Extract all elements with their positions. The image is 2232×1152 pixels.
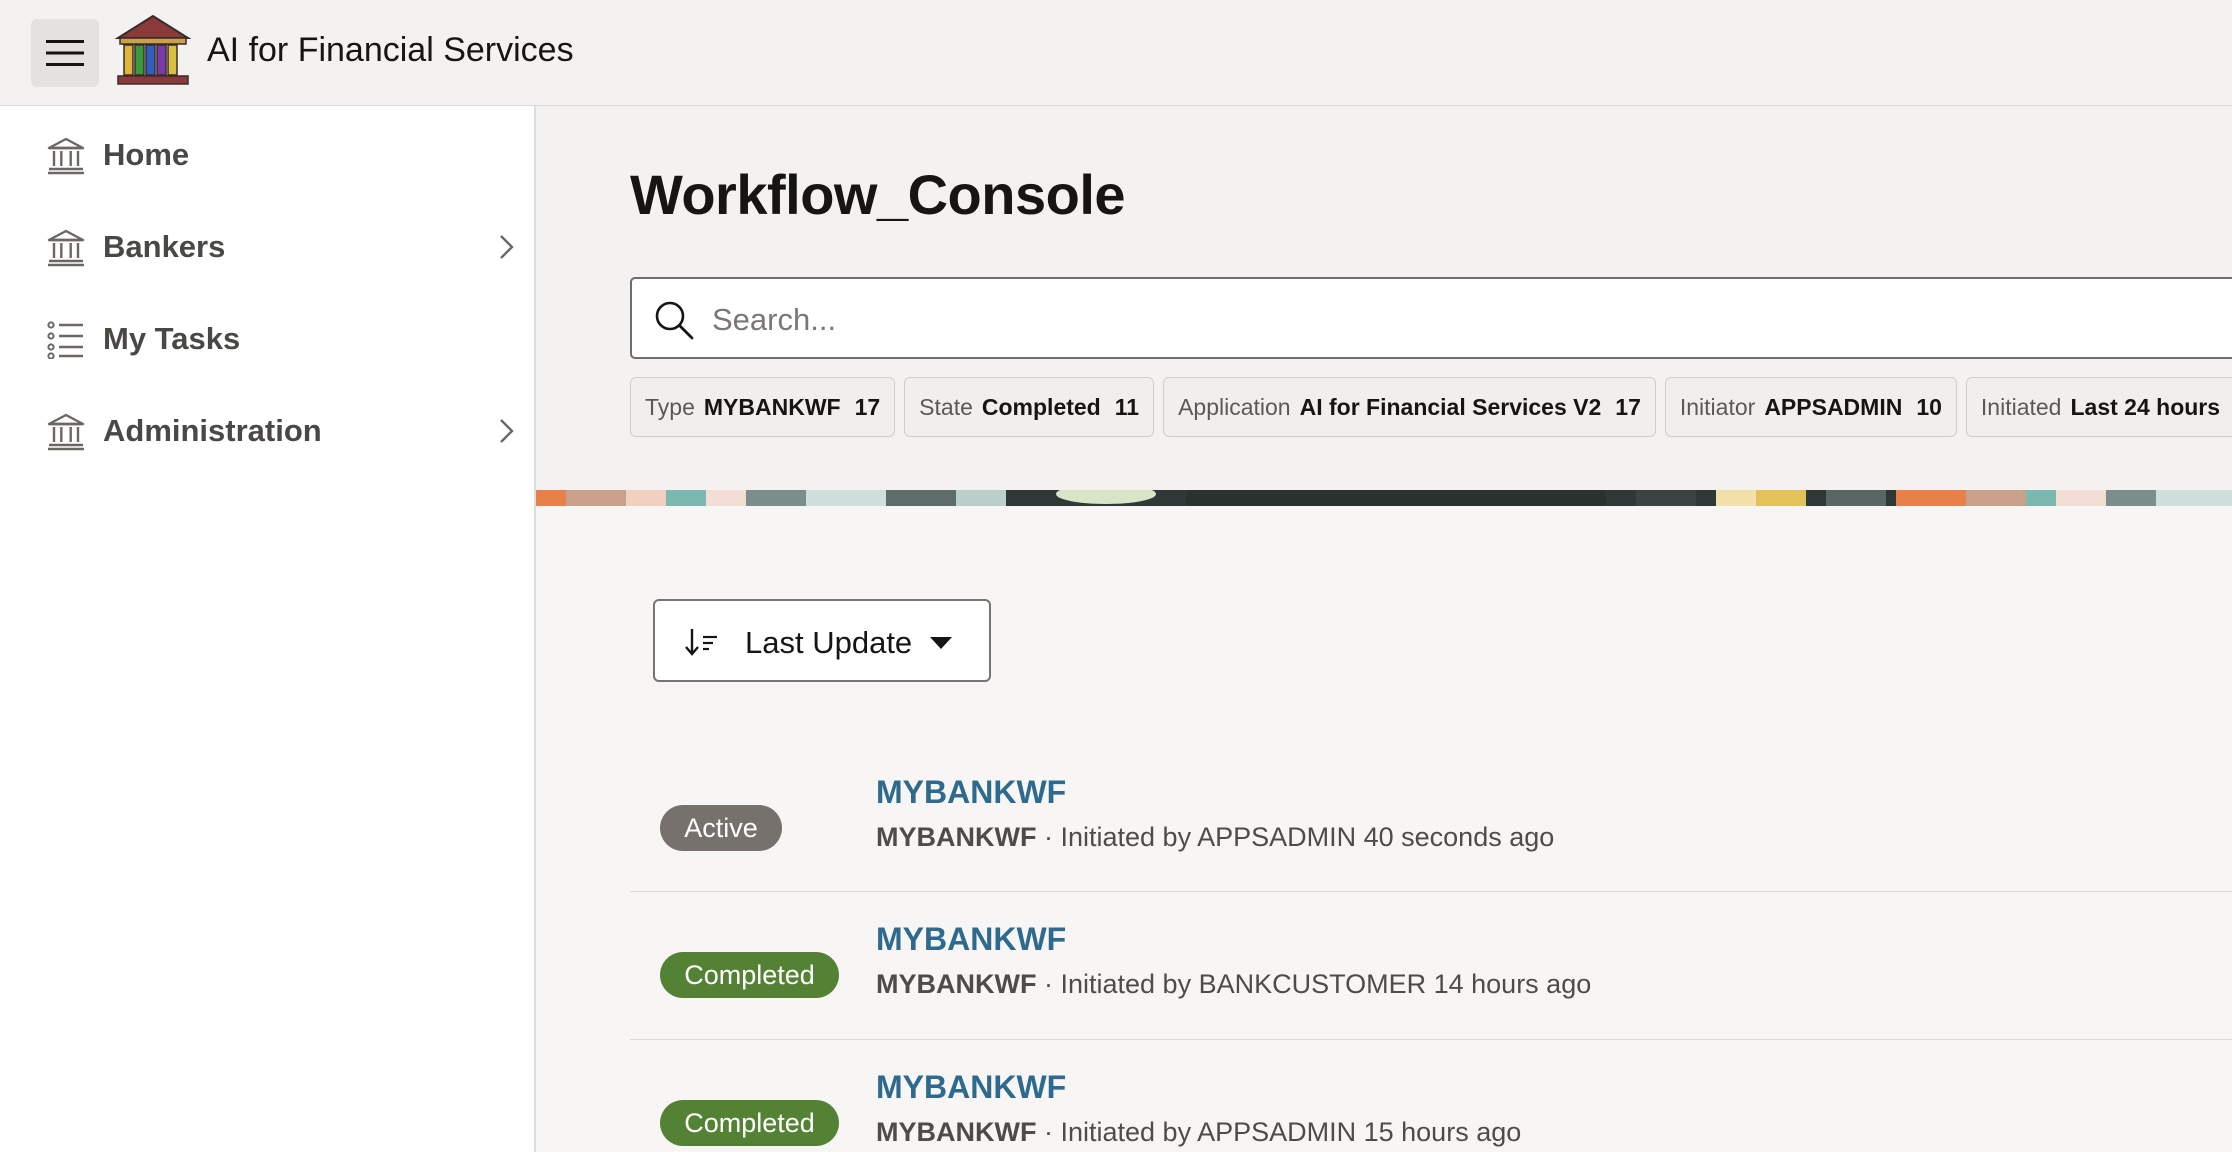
filter-chip-initiator[interactable]: Initiator APPSADMIN 10 (1664, 377, 1957, 437)
filter-chips: Type MYBANKWF 17 State Completed 11 Appl… (630, 377, 2232, 439)
filter-chip-application[interactable]: Application AI for Financial Services V2… (1163, 377, 1656, 437)
chevron-right-icon (500, 235, 514, 259)
bank-icon (47, 229, 85, 267)
workflow-initiated: Initiated by BANKCUSTOMER 14 hours ago (1060, 969, 1592, 999)
bank-building-logo (114, 14, 192, 85)
sidebar-item-label: Bankers (103, 229, 226, 264)
sidebar-item-label: My Tasks (103, 321, 241, 356)
sort-label: Last Update (745, 625, 913, 660)
filter-count: 11 (1114, 393, 1140, 420)
page-title: Workflow_Console (630, 163, 1126, 226)
sidebar-item-label: Administration (103, 413, 322, 448)
bank-icon (47, 413, 85, 451)
filter-key: Initiator (1679, 393, 1756, 420)
sidebar-item-bankers[interactable]: Bankers (0, 207, 534, 287)
sort-dropdown-button[interactable]: Last Update (653, 599, 991, 682)
status-badge: Completed (660, 1100, 839, 1146)
filter-chip-state[interactable]: State Completed 11 (904, 377, 1155, 437)
filter-count: 17 (1615, 393, 1641, 420)
workflow-details: MYBANKWF · Initiated by APPSADMIN 15 hou… (876, 1117, 1521, 1148)
filter-value: Last 24 hours (2070, 393, 2221, 420)
bank-icon (47, 137, 85, 175)
workflow-title-link[interactable]: MYBANKWF (876, 1069, 1066, 1106)
status-badge: Active (660, 805, 782, 851)
filter-count: 10 (1916, 393, 1942, 420)
workflow-type: MYBANKWF (876, 969, 1037, 999)
list-icon (47, 321, 83, 359)
workflow-list-item[interactable]: Completed MYBANKWF MYBANKWF · Initiated … (630, 1040, 2232, 1152)
chevron-right-icon (500, 419, 514, 443)
sidebar-item-label: Home (103, 137, 190, 172)
search-icon (655, 301, 694, 340)
workflow-initiated: Initiated by APPSADMIN 40 seconds ago (1060, 822, 1555, 852)
search-input[interactable] (710, 289, 2214, 351)
workflow-list-item[interactable]: Active MYBANKWF MYBANKWF · Initiated by … (630, 744, 2232, 892)
workflow-type: MYBANKWF (876, 1117, 1037, 1147)
separator: · (1036, 822, 1061, 852)
workflow-details: MYBANKWF · Initiated by APPSADMIN 40 sec… (876, 822, 1554, 853)
sidebar-item-my-tasks[interactable]: My Tasks (0, 299, 534, 379)
status-badge: Completed (660, 952, 839, 998)
search-box[interactable] (630, 277, 2232, 359)
filter-value: AI for Financial Services V2 (1299, 393, 1602, 420)
workflow-details: MYBANKWF · Initiated by BANKCUSTOMER 14 … (876, 969, 1591, 1000)
workflow-title-link[interactable]: MYBANKWF (876, 774, 1066, 811)
workflow-initiated: Initiated by APPSADMIN 15 hours ago (1060, 1117, 1522, 1147)
filter-value: APPSADMIN (1764, 393, 1903, 420)
separator: · (1036, 1117, 1061, 1147)
decorative-banner (536, 490, 2232, 506)
filter-value: Completed (981, 393, 1101, 420)
sidebar-nav: Home Bankers My Tasks Administration (0, 106, 536, 1152)
filter-key: State (919, 393, 973, 420)
app-header: AI for Financial Services (0, 0, 2232, 106)
app-title: AI for Financial Services (207, 31, 574, 69)
filter-chip-initiated[interactable]: Initiated Last 24 hours 16 (1965, 377, 2232, 437)
filter-key: Application (1178, 393, 1291, 420)
workflow-list-item[interactable]: Completed MYBANKWF MYBANKWF · Initiated … (630, 892, 2232, 1040)
hamburger-menu-button[interactable] (31, 19, 99, 87)
caret-down-icon (930, 637, 952, 649)
separator: · (1036, 969, 1061, 999)
workflow-title-link[interactable]: MYBANKWF (876, 921, 1066, 958)
filter-key: Initiated (1980, 393, 2062, 420)
sidebar-item-home[interactable]: Home (0, 115, 534, 195)
sidebar-item-administration[interactable]: Administration (0, 391, 534, 471)
workflow-type: MYBANKWF (876, 822, 1037, 852)
page-header-region: Workflow_Console Type MYBANKWF 17 State … (536, 106, 2232, 490)
sort-descending-icon (685, 629, 717, 656)
filter-chip-type[interactable]: Type MYBANKWF 17 (630, 377, 896, 437)
filter-value: MYBANKWF (703, 393, 841, 420)
main-content: Workflow_Console Type MYBANKWF 17 State … (536, 106, 2232, 1152)
filter-count: 17 (854, 393, 881, 420)
hamburger-menu-icon (46, 40, 84, 66)
filter-key: Type (645, 393, 695, 420)
